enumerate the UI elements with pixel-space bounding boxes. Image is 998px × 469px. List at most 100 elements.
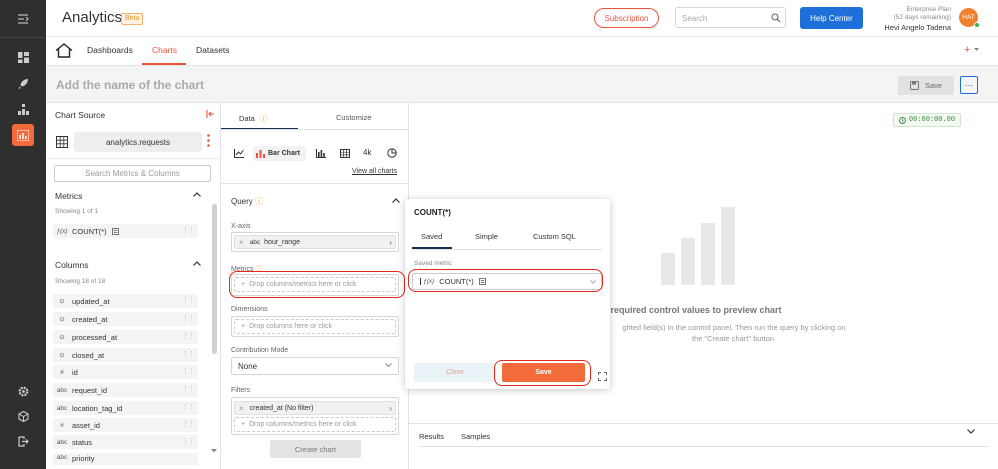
metric-info-icon (111, 227, 119, 235)
tab-data[interactable]: Data ⓘ (239, 113, 267, 124)
big-number-chart-icon[interactable]: 4k (363, 148, 371, 157)
tab-customize[interactable]: Customize (336, 113, 371, 122)
hierarchy-icon[interactable] (12, 98, 34, 120)
chevron-right-icon[interactable]: › (389, 238, 392, 247)
table-chart-icon[interactable] (340, 149, 350, 158)
filter-chip[interactable]: × created_at (No filter) › (234, 401, 396, 415)
tab-dashboards[interactable]: Dashboards (87, 45, 133, 55)
area-chart-icon[interactable] (316, 149, 326, 158)
dashboard-grid-icon[interactable] (12, 46, 34, 68)
column-name: processed_at (72, 332, 118, 342)
column-item[interactable]: abc location_tag_id ⋮⋮ (53, 401, 198, 415)
columns-scrollbar[interactable] (212, 204, 217, 354)
create-chart-button[interactable]: Create chart (270, 440, 361, 458)
column-name: asset_id (72, 420, 100, 430)
column-item[interactable]: abc status ⋮⋮ (53, 435, 198, 449)
close-button[interactable]: Close (414, 363, 496, 382)
subscription-button[interactable]: Subscription (594, 8, 659, 28)
column-item[interactable]: abc priority (53, 453, 198, 465)
drag-handle-icon[interactable]: ⋮⋮ (182, 420, 195, 428)
clock-icon: ⊙ (59, 316, 65, 323)
remove-x-icon[interactable]: × (239, 404, 244, 413)
drag-handle-icon[interactable]: ⋮⋮ (182, 314, 195, 322)
drag-handle-icon[interactable]: ⋮⋮ (182, 350, 195, 358)
column-item[interactable]: # id ⋮⋮ (53, 365, 198, 379)
empty-state-description: ghted field(s) in the control panel. The… (584, 322, 884, 344)
metrics-columns-search-input[interactable]: Search Metrics & Columns (54, 165, 211, 182)
table-grid-icon (56, 136, 68, 148)
plan-info: Enterprise Plan (52 days remaining) (826, 6, 951, 22)
metrics-highlight-ring (229, 271, 405, 298)
bar-chart-label: Bar Chart (268, 150, 300, 157)
drag-handle-icon[interactable]: ⋮⋮ (182, 403, 195, 411)
drag-handle-icon[interactable]: ⋮⋮ (182, 332, 195, 340)
cube-icon[interactable] (12, 405, 34, 427)
drag-handle-icon[interactable]: ⋮⋮ (182, 437, 195, 445)
column-item[interactable]: abc request_id ⋮⋮ (53, 383, 198, 397)
filters-label: Filters (231, 387, 251, 394)
bar-chart-type-button[interactable]: Bar Chart (253, 146, 306, 161)
data-control-panel: Data ⓘ Customize Bar Chart 4k View all c… (221, 103, 409, 469)
column-item[interactable]: # asset_id ⋮⋮ (53, 418, 198, 432)
search-icon[interactable] (771, 13, 781, 23)
drag-handle-icon[interactable]: ⋮⋮ (182, 367, 195, 375)
column-item[interactable]: ⊙ closed_at ⋮⋮ (53, 348, 198, 362)
remove-x-icon[interactable]: × (239, 238, 244, 247)
header-search-input[interactable]: Search (675, 7, 786, 28)
pie-chart-icon[interactable] (387, 148, 397, 158)
add-new-button[interactable]: + (964, 44, 970, 56)
hash-icon: # (60, 368, 64, 376)
column-item[interactable]: ⊙ updated_at ⋮⋮ (53, 294, 198, 308)
line-chart-icon[interactable] (234, 149, 244, 158)
tab-simple[interactable]: Simple (475, 232, 498, 241)
tab-results[interactable]: Results (419, 432, 444, 441)
tab-datasets[interactable]: Datasets (196, 45, 230, 55)
chevron-down-icon[interactable] (967, 429, 975, 434)
beta-badge: Beta (121, 13, 144, 25)
chevron-right-icon[interactable]: › (389, 404, 392, 413)
tab-saved[interactable]: Saved (421, 232, 442, 241)
empty-chart-illustration-icon (659, 205, 739, 285)
rocket-icon[interactable] (12, 72, 34, 94)
settings-gear-icon[interactable] (12, 380, 34, 402)
logout-icon[interactable] (12, 430, 34, 452)
chart-name-input[interactable]: Add the name of the chart (56, 78, 204, 92)
drag-handle-icon[interactable]: ⋮⋮ (182, 296, 195, 304)
collapse-menu-icon[interactable] (12, 8, 34, 30)
dimensions-drop-zone[interactable]: + Drop columns here or click (234, 319, 396, 334)
column-item[interactable]: ⊙ processed_at ⋮⋮ (53, 330, 198, 344)
scroll-down-icon[interactable] (211, 449, 217, 453)
tab-charts[interactable]: Charts (152, 45, 177, 55)
column-name: id (72, 367, 78, 377)
tab-data-label: Data (239, 114, 255, 123)
chevron-up-icon[interactable] (193, 261, 201, 266)
drag-handle-icon[interactable]: ⋮⋮ (182, 385, 195, 393)
left-nav (0, 0, 46, 469)
dataset-name[interactable]: analytics.requests (74, 132, 202, 152)
drag-handle-icon[interactable]: ⋮⋮ (182, 226, 195, 234)
view-all-charts-link[interactable]: View all charts (352, 168, 397, 175)
contribution-mode-value: None (238, 361, 258, 371)
popover-title[interactable]: COUNT(*) (414, 208, 451, 217)
home-icon[interactable] (55, 43, 73, 58)
contribution-mode-select[interactable]: None (231, 357, 399, 375)
more-options-button[interactable]: ⋯ (960, 76, 978, 94)
tab-custom-sql[interactable]: Custom SQL (533, 232, 576, 241)
column-item[interactable]: ⊙ created_at ⋮⋮ (53, 312, 198, 326)
filters-drop-zone[interactable]: + Drop columns/metrics here or click (234, 417, 396, 432)
charts-nav-icon[interactable] (12, 124, 34, 146)
text-type-icon: abc (56, 438, 68, 446)
tab-samples[interactable]: Samples (461, 432, 490, 441)
dataset-menu-icon[interactable] (207, 134, 210, 147)
expand-icon[interactable] (598, 372, 607, 381)
chevron-up-icon[interactable] (392, 198, 400, 203)
save-chart-button[interactable]: Save (898, 76, 954, 95)
chart-source-title: Chart Source (55, 110, 106, 120)
metric-item[interactable]: ƒ(x) COUNT(*) ⋮⋮ (53, 224, 198, 238)
dimensions-label: Dimensions (231, 306, 268, 313)
xaxis-chip[interactable]: × abc hour_range › (234, 235, 396, 249)
collapse-panel-icon[interactable] (206, 110, 215, 118)
chevron-up-icon[interactable] (193, 192, 201, 197)
chevron-down-icon[interactable] (974, 48, 979, 52)
text-type-icon: abc (56, 454, 68, 461)
